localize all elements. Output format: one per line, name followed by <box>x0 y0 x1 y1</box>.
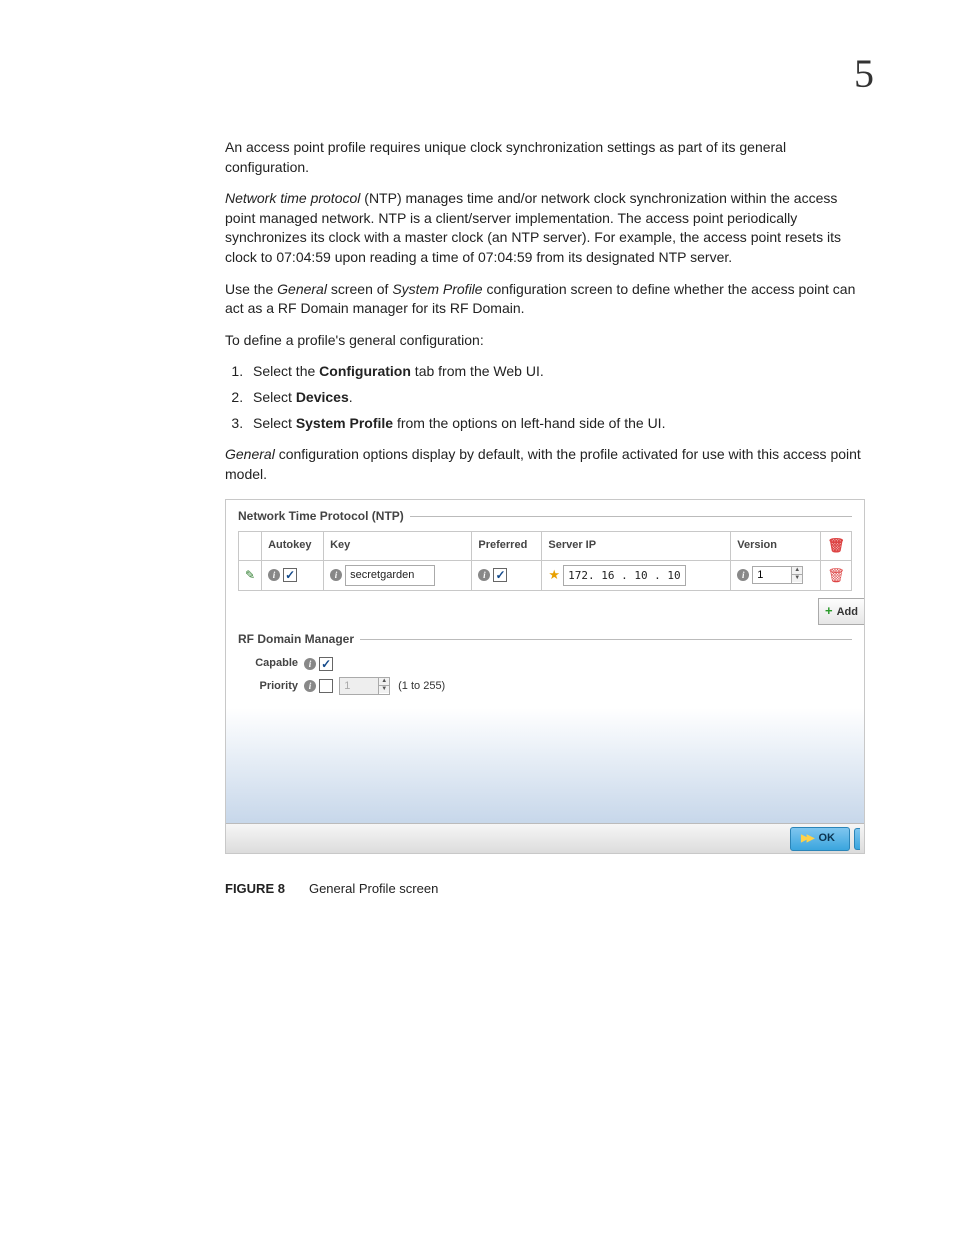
ntp-section-title: Network Time Protocol (NTP) <box>238 508 852 527</box>
ntp-section: Network Time Protocol (NTP) Autokey Key … <box>226 500 864 591</box>
version-input[interactable] <box>752 566 792 584</box>
paragraph-3: Use the General screen of System Profile… <box>225 280 865 319</box>
priority-range-label: (1 to 255) <box>398 679 445 694</box>
page-content: An access point profile requires unique … <box>225 138 865 899</box>
spinner-up-icon[interactable]: ▲ <box>379 678 389 686</box>
ntp-term: Network time protocol <box>225 190 360 206</box>
info-icon[interactable]: i <box>268 569 280 581</box>
serverip-cell: ★ 172. 16 . 10 . 10 <box>542 560 731 590</box>
step-2: Select Devices. <box>247 388 865 408</box>
table-header-row: Autokey Key Preferred Server IP Version … <box>239 532 852 561</box>
info-icon[interactable]: i <box>304 658 316 670</box>
autokey-checkbox[interactable] <box>283 568 297 582</box>
paragraph-1: An access point profile requires unique … <box>225 138 865 177</box>
key-input[interactable]: secretgarden <box>345 565 435 586</box>
figure-caption: Figure 8 General Profile screen <box>225 880 865 898</box>
ok-button[interactable]: ▶▶ OK <box>790 827 850 850</box>
paragraph-2: Network time protocol (NTP) manages time… <box>225 189 865 267</box>
ntp-table: Autokey Key Preferred Server IP Version … <box>238 531 852 591</box>
version-cell: i ▲▼ <box>731 560 821 590</box>
capable-row: Capable i <box>238 656 852 671</box>
preferred-cell: i <box>472 560 542 590</box>
autokey-cell: i <box>262 560 324 590</box>
serverip-input[interactable]: 172. 16 . 10 . 10 <box>563 565 686 586</box>
background-gradient <box>226 708 864 823</box>
steps-list: Select the Configuration tab from the We… <box>247 362 865 433</box>
chapter-number: 5 <box>854 50 874 97</box>
rf-domain-section: RF Domain Manager Capable i Priority i ▲… <box>226 619 864 695</box>
trash-icon: 🗑 <box>827 536 845 556</box>
step-3: Select System Profile from the options o… <box>247 414 865 434</box>
priority-label: Priority <box>238 679 298 694</box>
autokey-header: Autokey <box>262 532 324 561</box>
general-profile-screenshot: Network Time Protocol (NTP) Autokey Key … <box>225 499 865 854</box>
serverip-header: Server IP <box>542 532 731 561</box>
capable-label: Capable <box>238 656 298 671</box>
delete-all-header[interactable]: 🗑 <box>821 532 852 561</box>
truncated-button[interactable] <box>854 828 860 850</box>
rfd-section-title: RF Domain Manager <box>238 631 852 650</box>
add-row-button[interactable]: Add <box>818 598 864 624</box>
ok-button-label: OK <box>819 831 836 846</box>
fast-forward-icon: ▶▶ <box>801 832 812 846</box>
edit-column-header <box>239 532 262 561</box>
paragraph-5: General configuration options display by… <box>225 445 865 484</box>
key-header: Key <box>324 532 472 561</box>
spinner-down-icon[interactable]: ▼ <box>792 575 802 582</box>
version-header: Version <box>731 532 821 561</box>
priority-spinner[interactable]: ▲▼ <box>339 677 390 695</box>
preferred-checkbox[interactable] <box>493 568 507 582</box>
spinner-down-icon[interactable]: ▼ <box>379 686 389 693</box>
priority-enable-checkbox[interactable] <box>319 679 333 693</box>
capable-checkbox[interactable] <box>319 657 333 671</box>
pencil-icon: ✎ <box>245 568 255 582</box>
info-icon[interactable]: i <box>330 569 342 581</box>
key-cell: i secretgarden <box>324 560 472 590</box>
delete-row-button[interactable]: 🗑 <box>821 560 852 590</box>
table-row: ✎ i i secretgarden i ★ 17 <box>239 560 852 590</box>
info-icon[interactable]: i <box>304 680 316 692</box>
preferred-header: Preferred <box>472 532 542 561</box>
required-icon: ★ <box>548 567 560 582</box>
info-icon[interactable]: i <box>478 569 490 581</box>
priority-row: Priority i ▲▼ (1 to 255) <box>238 677 852 695</box>
info-icon[interactable]: i <box>737 569 749 581</box>
edit-row-button[interactable]: ✎ <box>239 560 262 590</box>
footer-bar: ▶▶ OK <box>226 823 864 853</box>
paragraph-4: To define a profile's general configurat… <box>225 331 865 351</box>
spinner-up-icon[interactable]: ▲ <box>792 567 802 575</box>
trash-icon: 🗑 <box>827 566 845 586</box>
step-1: Select the Configuration tab from the We… <box>247 362 865 382</box>
priority-input <box>339 677 379 695</box>
figure-text: General Profile screen <box>309 881 438 896</box>
figure-label: Figure 8 <box>225 881 285 896</box>
version-spinner[interactable]: ▲▼ <box>752 566 803 584</box>
